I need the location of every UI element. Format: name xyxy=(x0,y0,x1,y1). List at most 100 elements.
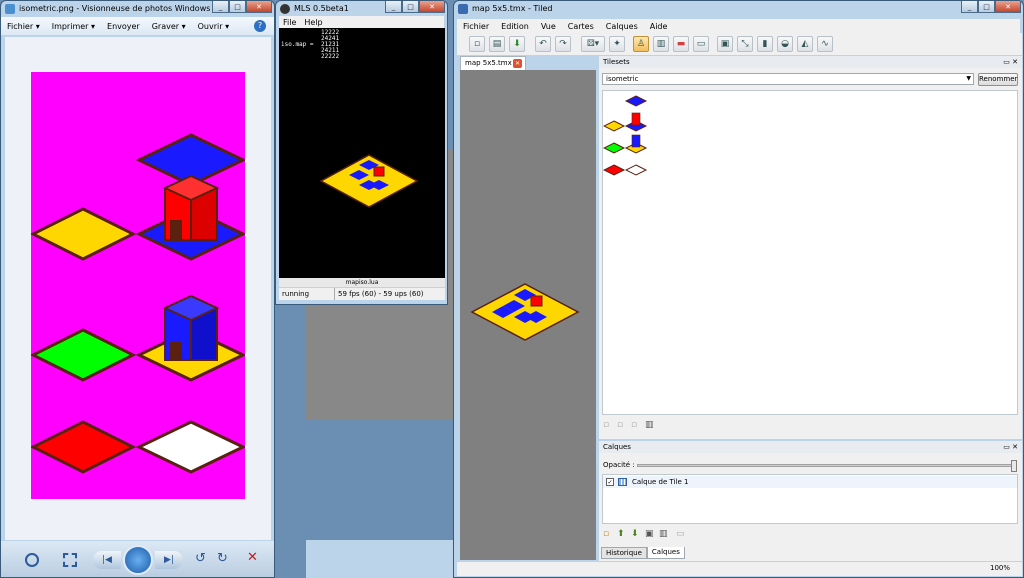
layer-visibility-checkbox[interactable]: ✓ xyxy=(606,478,614,486)
document-tab[interactable]: map 5x5.tmx ✕ xyxy=(460,56,526,70)
menu-aide[interactable]: Aide xyxy=(650,22,668,31)
rotate-right-icon[interactable]: ↻ xyxy=(217,551,228,566)
fit-icon[interactable] xyxy=(63,553,77,567)
photo-viewer-controls: |◀ ▶| ↺ ↻ ✕ xyxy=(1,541,274,577)
minimize-icon[interactable]: _ xyxy=(212,1,229,13)
tab-calques[interactable]: Calques xyxy=(646,547,685,559)
menu-fichier[interactable]: Fichier ▾ xyxy=(7,22,40,31)
undo-icon[interactable]: ↶ xyxy=(535,36,551,52)
menu-imprimer[interactable]: Imprimer ▾ xyxy=(52,22,95,31)
menu-file[interactable]: File xyxy=(283,18,296,27)
photo-viewer-menubar: Fichier ▾ Imprimer ▾ Envoyer Graver ▾ Ou… xyxy=(1,17,274,35)
tileset-tiles xyxy=(602,95,648,176)
maximize-icon[interactable]: □ xyxy=(978,1,995,13)
mls-window-buttons: _ □ ✕ xyxy=(385,1,445,13)
new-file-icon[interactable]: ▫ xyxy=(469,36,485,52)
close-icon[interactable]: ✕ xyxy=(995,1,1021,13)
zoom-icon[interactable] xyxy=(25,553,39,567)
tilesets-panel: Tilesets ▭ ✕ isometric ▼ Renommer ▫ ▫ ▫ … xyxy=(599,56,1022,439)
background-window-bottom xyxy=(306,540,456,578)
insert-rect-icon[interactable]: ▮ xyxy=(757,36,773,52)
tiled-toolbar: ▫ ▤ ⬇ ↶ ↷ ⚄▾ ✦ ♙ ▥ ▬ ▭ ▣ ⤡ ▮ ◒ ◭ ∿ xyxy=(457,33,1022,55)
menu-cartes[interactable]: Cartes xyxy=(568,22,594,31)
zoom-level: 100% xyxy=(989,564,1010,572)
import-tileset-icon[interactable]: ▫ xyxy=(617,420,628,431)
photo-viewer-window: isometric.png - Visionneuse de photos Wi… xyxy=(0,0,275,578)
next-icon[interactable]: ▶| xyxy=(155,551,183,569)
menu-graver[interactable]: Graver ▾ xyxy=(152,22,186,31)
new-tileset-icon[interactable]: ▫ xyxy=(603,420,614,431)
tiled-menubar: Fichier Edition Vue Cartes Calques Aide xyxy=(457,19,1020,33)
rect-select-icon[interactable]: ▭ xyxy=(693,36,709,52)
delete-layer-icon[interactable]: ▥ xyxy=(659,529,670,540)
layers-list: ✓ Calque de Tile 1 xyxy=(602,474,1018,524)
close-icon[interactable]: ✕ xyxy=(246,1,272,13)
edit-tileset-icon[interactable]: ▫ xyxy=(631,420,642,431)
stamp-brush-icon[interactable]: ✦ xyxy=(609,36,625,52)
maximize-icon[interactable]: □ xyxy=(402,1,419,13)
undock-icon[interactable]: ▭ ✕ xyxy=(1003,443,1018,451)
isometric-image xyxy=(29,72,247,499)
menu-envoyer[interactable]: Envoyer xyxy=(107,22,140,31)
delete-icon[interactable]: ✕ xyxy=(247,550,258,565)
undock-icon[interactable]: ▭ ✕ xyxy=(1003,58,1018,66)
insert-polyline-icon[interactable]: ∿ xyxy=(817,36,833,52)
tab-historique[interactable]: Historique xyxy=(601,547,647,559)
layer-props-icon[interactable]: ▭ xyxy=(676,529,687,540)
mls-window: MLS 0.5beta1 _ □ ✕ File Help iso.map = 1… xyxy=(275,0,448,305)
save-icon[interactable]: ⬇ xyxy=(509,36,525,52)
tileset-view[interactable] xyxy=(602,90,1018,415)
map-canvas[interactable] xyxy=(460,70,596,560)
bucket-icon[interactable]: ▥ xyxy=(653,36,669,52)
maximize-icon[interactable]: □ xyxy=(229,1,246,13)
move-up-icon[interactable]: ⬆ xyxy=(617,529,628,540)
photo-viewer-canvas xyxy=(5,37,271,540)
stamp-icon[interactable]: ♙ xyxy=(633,36,649,52)
menu-help[interactable]: Help xyxy=(304,18,322,27)
mls-menubar: File Help xyxy=(279,16,444,28)
chevron-down-icon: ▼ xyxy=(966,75,971,82)
rename-button[interactable]: Renommer xyxy=(978,73,1018,86)
status-fps: 59 fps (60) - 59 ups (60) xyxy=(338,290,424,298)
select-same-icon[interactable]: ▣ xyxy=(717,36,733,52)
slideshow-icon[interactable] xyxy=(123,545,153,575)
layers-panel-header: Calques ▭ ✕ xyxy=(599,441,1022,453)
layers-panel: Calques ▭ ✕ Opacité : ✓ Calque de Tile 1… xyxy=(599,441,1022,561)
mls-title: MLS 0.5beta1 xyxy=(294,4,349,13)
insert-ellipse-icon[interactable]: ◒ xyxy=(777,36,793,52)
menu-fichier[interactable]: Fichier xyxy=(463,22,489,31)
delete-tileset-icon[interactable]: ▥ xyxy=(645,420,656,431)
menu-ouvrir[interactable]: Ouvrir ▾ xyxy=(198,22,229,31)
tiled-statusbar: 100% xyxy=(457,562,1022,576)
menu-vue[interactable]: Vue xyxy=(541,22,556,31)
help-icon[interactable]: ? xyxy=(254,20,266,32)
console-var: iso.map = xyxy=(281,41,314,48)
random-icon[interactable]: ⚄▾ xyxy=(581,36,605,52)
tiled-app-icon xyxy=(458,3,468,14)
menu-calques[interactable]: Calques xyxy=(606,22,638,31)
insert-polygon-icon[interactable]: ◭ xyxy=(797,36,813,52)
tiled-titlebar: map 5x5.tmx - Tiled _ □ ✕ xyxy=(454,1,1023,16)
open-folder-icon[interactable]: ▤ xyxy=(489,36,505,52)
edit-polygon-icon[interactable]: ⤡ xyxy=(737,36,753,52)
opacity-label: Opacité : xyxy=(603,461,635,469)
minimize-icon[interactable]: _ xyxy=(961,1,978,13)
opacity-slider[interactable] xyxy=(637,460,1017,472)
tiled-isometric-map xyxy=(470,283,580,341)
photo-viewer-title: isometric.png - Visionneuse de photos Wi… xyxy=(19,4,211,13)
redo-icon[interactable]: ↷ xyxy=(555,36,571,52)
eraser-icon[interactable]: ▬ xyxy=(673,36,689,52)
layer-row[interactable]: ✓ Calque de Tile 1 xyxy=(603,476,1017,488)
duplicate-layer-icon[interactable]: ▣ xyxy=(645,529,656,540)
close-icon[interactable]: ✕ xyxy=(419,1,445,13)
move-down-icon[interactable]: ⬇ xyxy=(631,529,642,540)
close-tab-icon[interactable]: ✕ xyxy=(513,59,522,68)
tileset-select[interactable]: isometric ▼ xyxy=(602,73,974,85)
menu-edition[interactable]: Edition xyxy=(501,22,529,31)
rotate-left-icon[interactable]: ↺ xyxy=(195,551,206,566)
mls-statusbar: running 59 fps (60) - 59 ups (60) xyxy=(279,288,445,300)
new-layer-icon[interactable]: ▫ xyxy=(603,529,614,540)
opacity-slider-handle[interactable] xyxy=(1011,460,1017,472)
minimize-icon[interactable]: _ xyxy=(385,1,402,13)
prev-icon[interactable]: |◀ xyxy=(93,551,121,569)
